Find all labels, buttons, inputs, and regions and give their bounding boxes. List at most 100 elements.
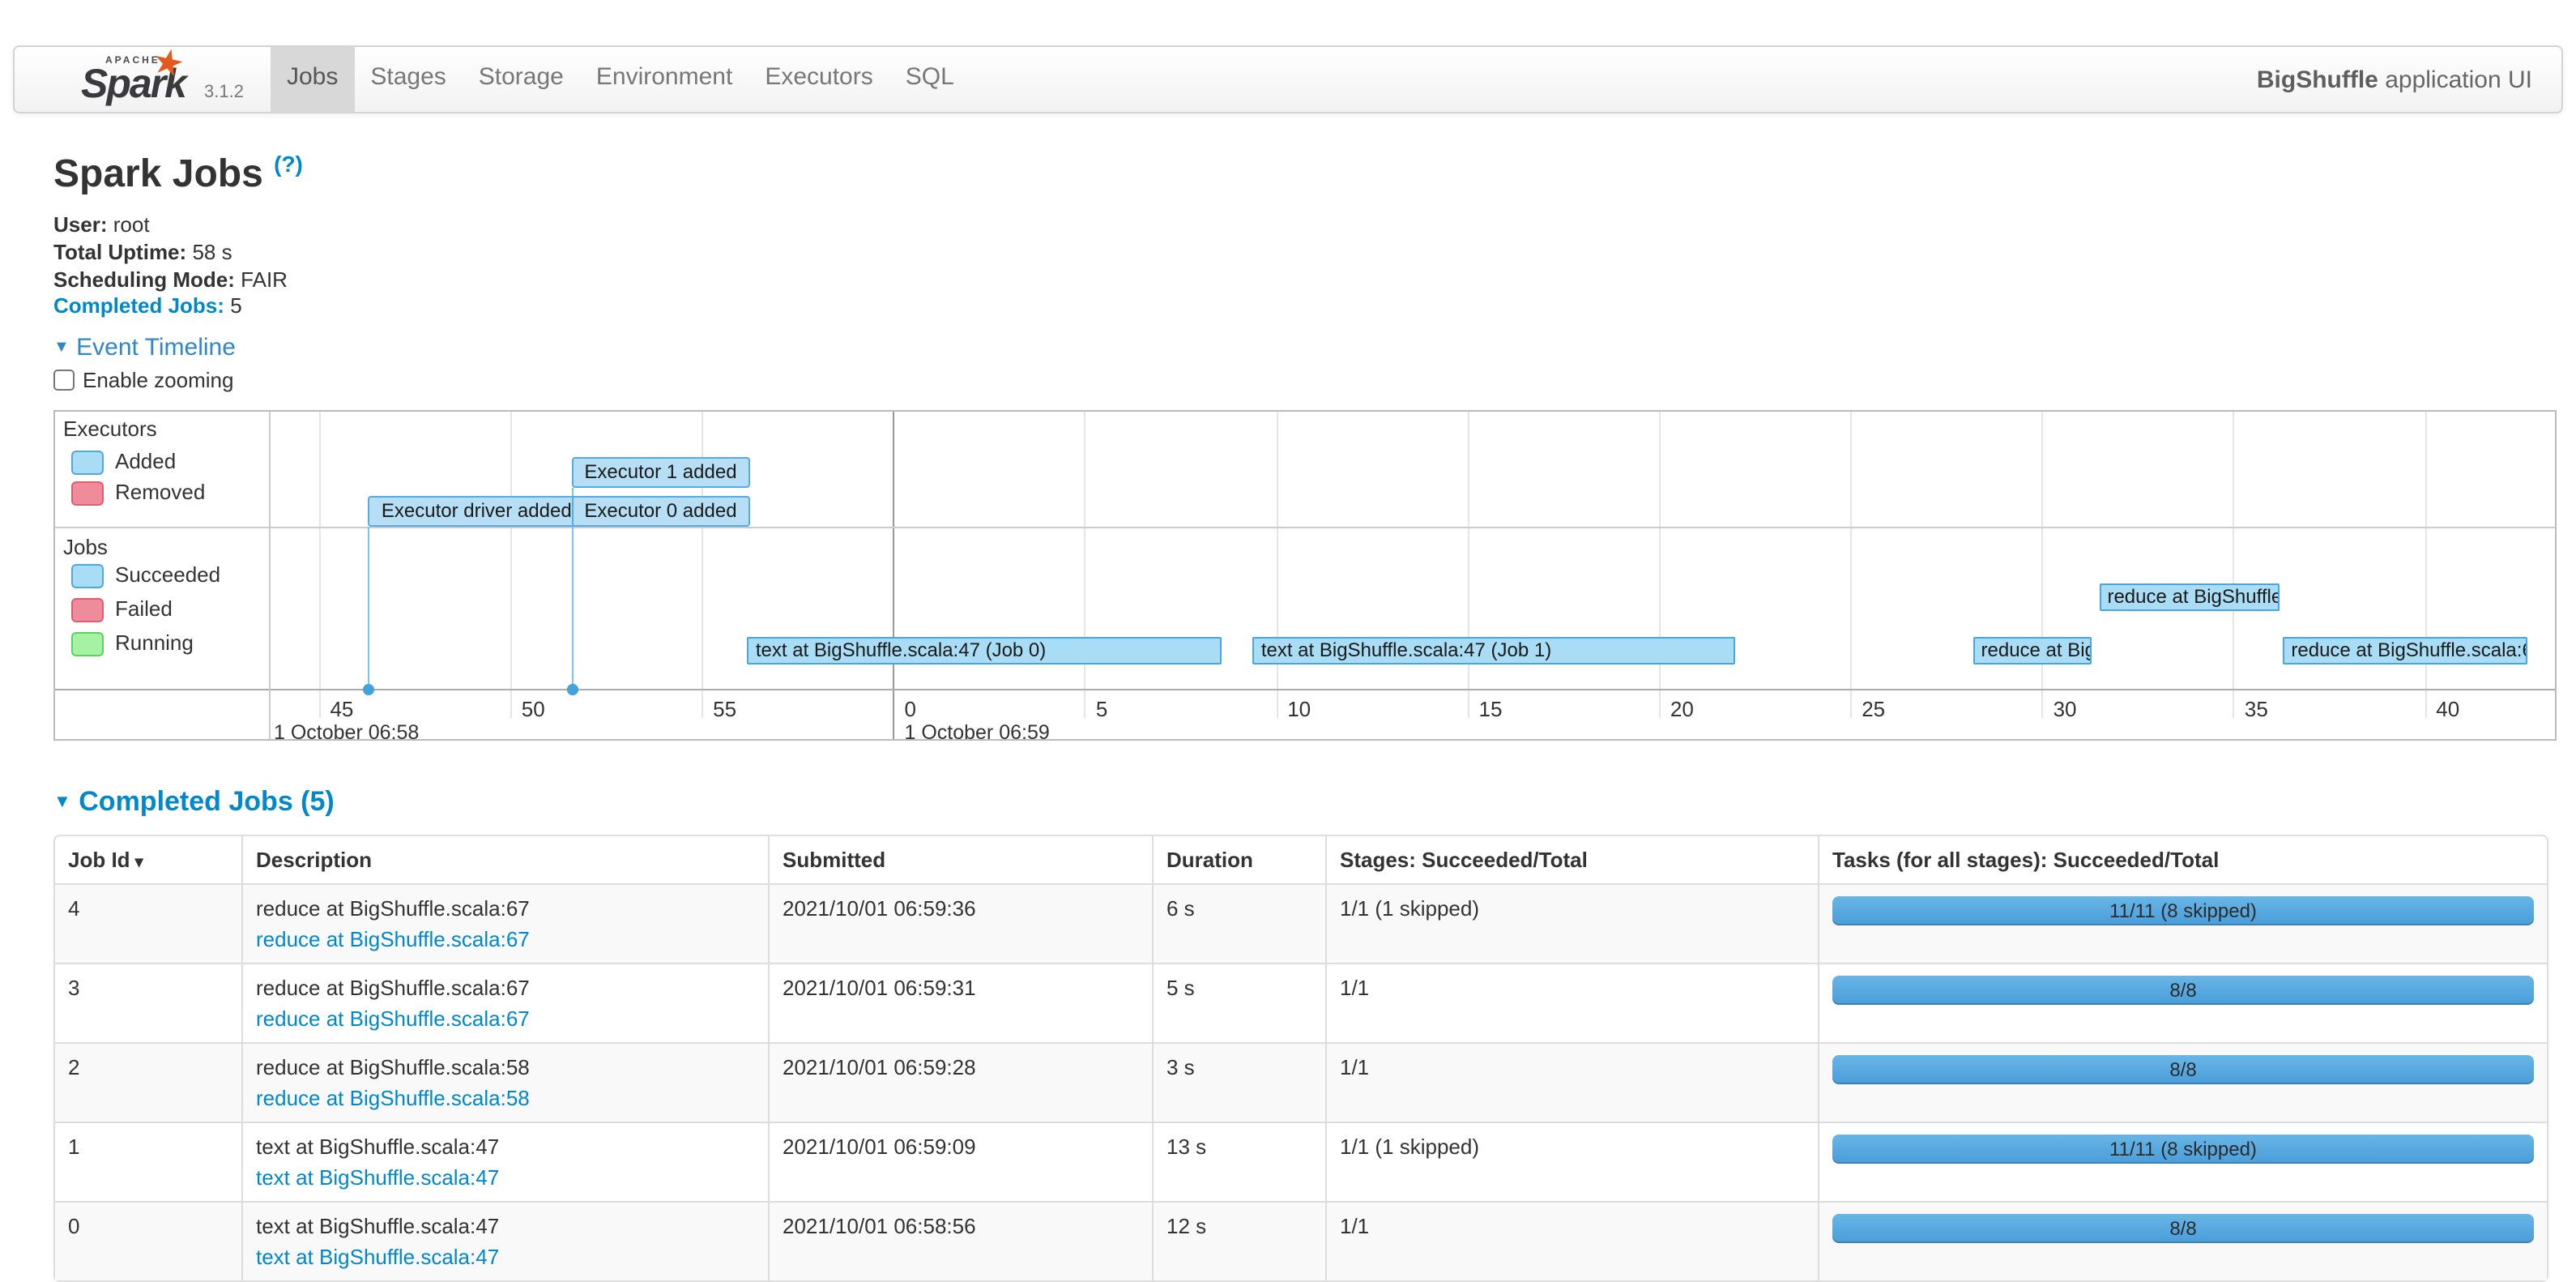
job-id-cell: 2 (55, 1042, 241, 1122)
job-timeline-bar[interactable]: reduce at BigShuffle.scala:67 (Job 4) (2283, 637, 2528, 665)
executor-event-box: Executor 1 added (571, 457, 749, 488)
job-description-link[interactable]: reduce at BigShuffle.scala:67 (256, 1006, 530, 1031)
duration-cell: 3 s (1152, 1042, 1325, 1122)
tab-jobs[interactable]: Jobs (271, 47, 354, 112)
column-header-duration[interactable]: Duration (1152, 836, 1325, 883)
job-description-text: text at BigShuffle.scala:47 (256, 1135, 755, 1159)
job-row-3: 3reduce at BigShuffle.scala:67reduce at … (55, 963, 2547, 1042)
collapse-arrow-icon: ▼ (53, 793, 71, 812)
page-content: Spark Jobs (?) User: root Total Uptime: … (53, 110, 2557, 1282)
axis-tick-20: 20 (1670, 697, 1694, 721)
app-summary: User: root Total Uptime: 58 s Scheduling… (53, 213, 2557, 321)
job-description-link[interactable]: text at BigShuffle.scala:47 (256, 1245, 499, 1269)
legend-label-running: Running (115, 631, 194, 656)
tasks-cell: 11/11 (8 skipped) (1818, 883, 2547, 963)
duration-cell: 5 s (1152, 963, 1325, 1042)
scheduling-mode-label: Scheduling Mode: (53, 267, 235, 291)
tab-executors[interactable]: Executors (748, 47, 889, 112)
legend-label-failed: Failed (115, 597, 173, 622)
job-id-cell: 4 (55, 883, 241, 963)
lane-label-executors: Executors (63, 417, 157, 441)
executor-event-line (369, 528, 370, 690)
page-title-text: Spark Jobs (53, 152, 263, 196)
summary-user: User: root (53, 213, 2557, 240)
event-timeline-label: Event Timeline (76, 334, 236, 361)
tasks-progress-bar: 8/8 (1832, 976, 2534, 1005)
gridline-30 (2042, 412, 2044, 718)
tab-stages[interactable]: Stages (354, 47, 462, 112)
legend-swatch-running (71, 633, 104, 657)
enable-zooming-label: Enable zooming (83, 368, 233, 392)
stages-cell: 1/1 (1325, 1042, 1818, 1122)
tasks-cell: 8/8 (1818, 1201, 2547, 1280)
completed-jobs-link[interactable]: Completed Jobs: (53, 293, 224, 318)
gridline-45 (318, 412, 320, 718)
gridline-40 (2425, 412, 2426, 718)
time-axis-line (55, 690, 2555, 691)
enable-zooming-checkbox[interactable] (53, 370, 75, 391)
axis-tick-55: 55 (713, 697, 736, 721)
submitted-cell: 2021/10/01 06:59:09 (768, 1122, 1152, 1201)
column-header-tasks-for-all-stages-[interactable]: Tasks (for all stages): Succeeded/Total (1818, 836, 2547, 883)
gridline-25 (1850, 412, 1852, 718)
sort-arrow-icon: ▾ (135, 854, 143, 872)
summary-completed-jobs: Completed Jobs: 5 (53, 293, 2557, 320)
tab-sql[interactable]: SQL (889, 47, 970, 112)
column-header-submitted[interactable]: Submitted (768, 836, 1152, 883)
axis-tick-40: 40 (2436, 697, 2459, 721)
help-link[interactable]: (?) (274, 151, 303, 177)
user-value: root (113, 213, 150, 237)
column-header-job-id[interactable]: Job Id▾ (55, 836, 241, 883)
lane-label-jobs: Jobs (63, 536, 108, 560)
job-description-link[interactable]: reduce at BigShuffle.scala:58 (256, 1086, 530, 1110)
axis-tick-15: 15 (1479, 697, 1503, 721)
application-name-bold: BigShuffle (2257, 66, 2378, 93)
axis-date-label: 1 October 06:58 (274, 721, 419, 744)
legend-label-added: Added (115, 449, 176, 473)
executor-event-box: Executor 0 added (571, 497, 749, 528)
summary-scheduling-mode: Scheduling Mode: FAIR (53, 267, 2557, 293)
tasks-progress-bar: 11/11 (8 skipped) (1832, 896, 2534, 925)
legend-label-succeeded: Succeeded (115, 563, 220, 588)
job-description-link[interactable]: reduce at BigShuffle.scala:67 (256, 927, 530, 951)
column-header-stages[interactable]: Stages: Succeeded/Total (1325, 836, 1818, 883)
stages-cell: 1/1 (1 skipped) (1325, 1122, 1818, 1201)
stages-cell: 1/1 (1 skipped) (1325, 883, 1818, 963)
summary-uptime: Total Uptime: 58 s (53, 240, 2557, 267)
submitted-cell: 2021/10/01 06:58:56 (768, 1201, 1152, 1280)
axis-tick-5: 5 (1096, 697, 1107, 721)
navbar-tabs: JobsStagesStorageEnvironmentExecutorsSQL (271, 47, 970, 112)
completed-jobs-heading[interactable]: ▼ Completed Jobs (5) (53, 786, 2557, 818)
executor-event-line (571, 528, 573, 690)
spark-version: 3.1.2 (204, 83, 244, 102)
top-navbar: APACHE Spark ★ 3.1.2 JobsStagesStorageEn… (13, 45, 2563, 113)
table-header-row: Job Id▾DescriptionSubmittedDurationStage… (55, 836, 2547, 883)
gridline-20 (1659, 412, 1661, 718)
executor-event-dot (566, 684, 578, 695)
axis-tick-0: 0 (904, 697, 915, 721)
event-timeline-toggle[interactable]: ▼ Event Timeline (53, 334, 2557, 361)
job-timeline-bar[interactable]: reduce at BigShuffle.scala:67 (Job 3) (2099, 584, 2279, 612)
scheduling-mode-value: FAIR (241, 267, 288, 291)
gridline-5 (1085, 412, 1086, 718)
enable-zooming-row: Enable zooming (53, 368, 2557, 392)
page-title: Spark Jobs (?) (53, 152, 2557, 197)
description-cell: reduce at BigShuffle.scala:67 reduce at B… (241, 963, 768, 1042)
completed-jobs-heading-text: Completed Jobs (5) (79, 786, 335, 817)
axis-tick-30: 30 (2054, 697, 2077, 721)
submitted-cell: 2021/10/01 06:59:31 (768, 963, 1152, 1042)
job-description-link[interactable]: text at BigShuffle.scala:47 (256, 1165, 499, 1190)
job-timeline-bar[interactable]: text at BigShuffle.scala:47 (Job 1) (1253, 637, 1736, 665)
gridline-35 (2233, 412, 2235, 718)
job-description-text: reduce at BigShuffle.scala:67 (256, 976, 755, 1000)
legend-swatch-added (71, 451, 104, 475)
axis-tick-45: 45 (330, 697, 353, 721)
user-label: User: (53, 213, 108, 237)
job-timeline-bar[interactable]: text at BigShuffle.scala:47 (Job 0) (748, 637, 1222, 665)
job-row-2: 2reduce at BigShuffle.scala:58reduce at … (55, 1042, 2547, 1122)
tab-environment[interactable]: Environment (580, 47, 748, 112)
job-timeline-bar[interactable]: reduce at BigShuffle.scala:58 (Job 2) (1973, 637, 2092, 665)
spark-brand[interactable]: APACHE Spark ★ 3.1.2 (15, 47, 271, 112)
column-header-description[interactable]: Description (241, 836, 768, 883)
tab-storage[interactable]: Storage (463, 47, 580, 112)
